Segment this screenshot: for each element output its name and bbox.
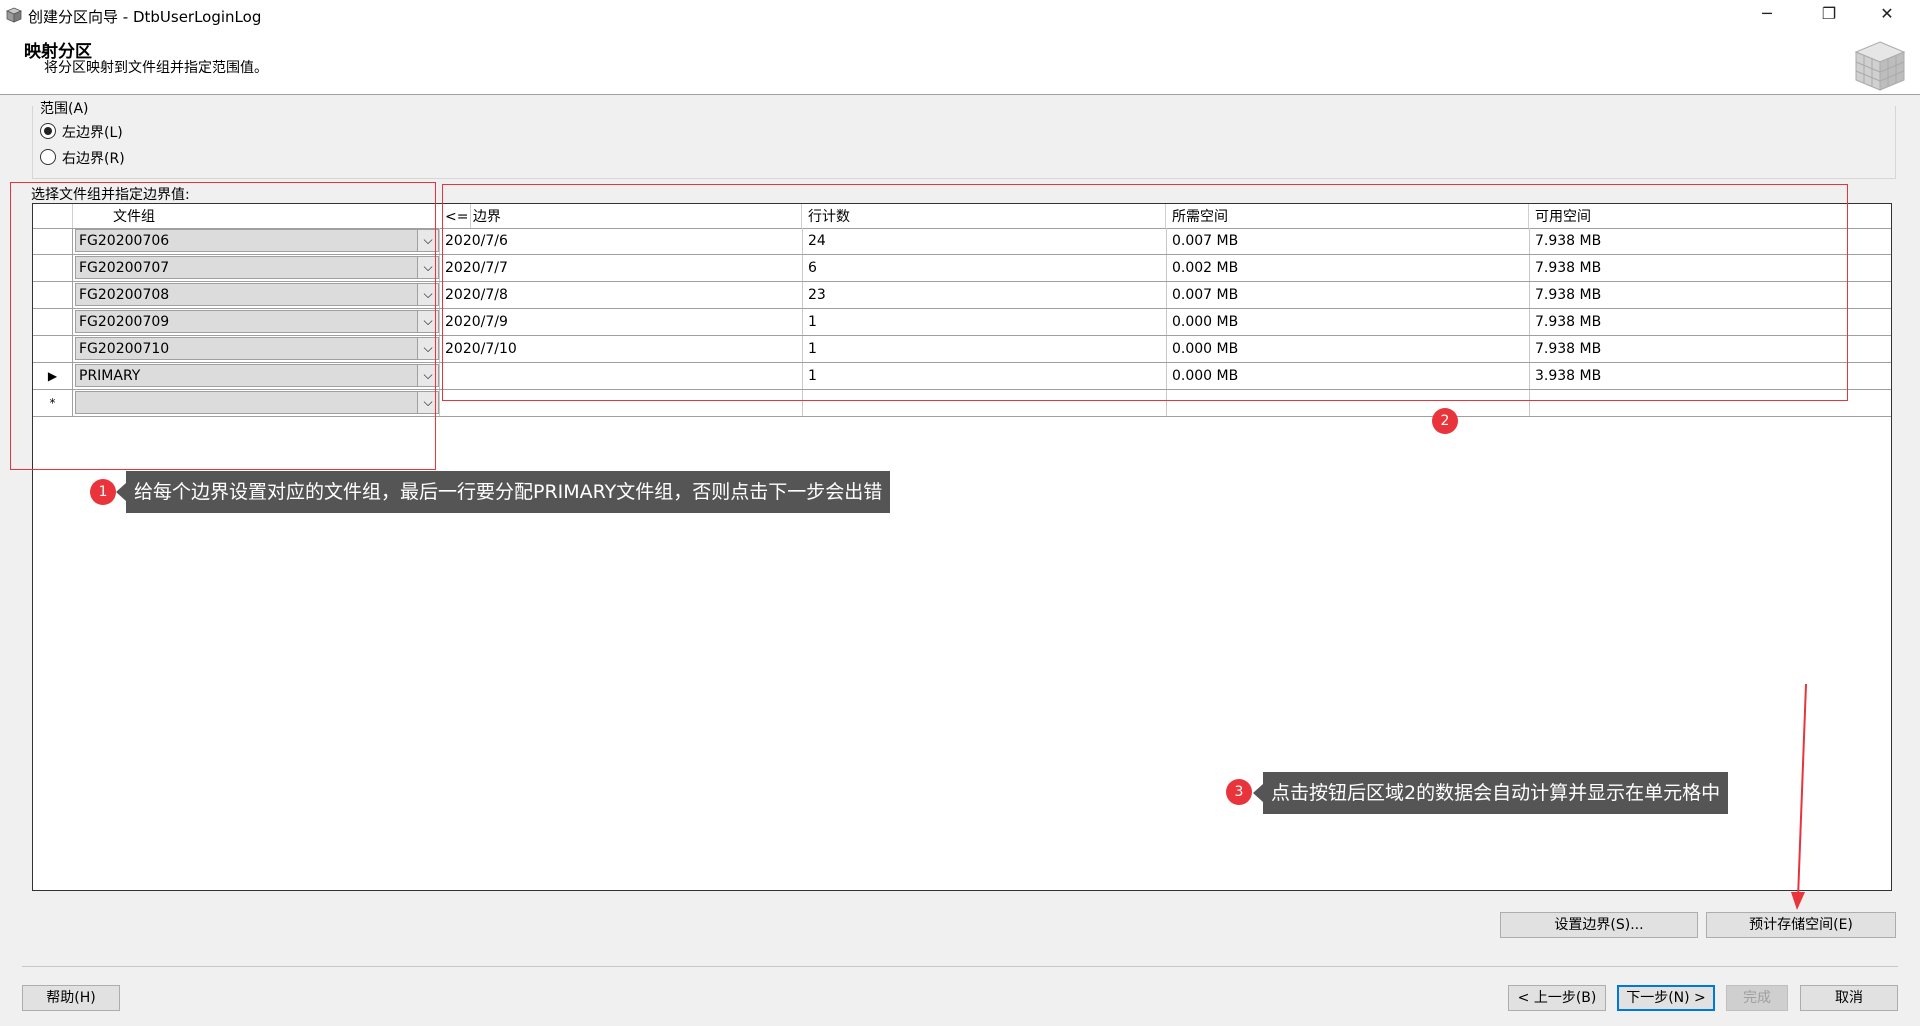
page-subtitle: 将分区映射到文件组并指定范围值。 — [44, 60, 268, 76]
annotation-note-3: 点击按钮后区域2的数据会自动计算并显示在单元格中 — [1252, 772, 1729, 814]
annotation-badge-1: 1 — [90, 479, 116, 505]
annotation-note-1: 给每个边界设置对应的文件组，最后一行要分配PRIMARY文件组，否则点击下一步会… — [115, 471, 891, 513]
wizard-cube-icon — [1854, 41, 1906, 91]
left-boundary-radio[interactable] — [40, 123, 56, 139]
annotation-region-1 — [10, 182, 436, 470]
title-bar: 创建分区向导 - DtbUserLoginLog ─ ❐ ✕ — [0, 0, 1920, 30]
window-title: 创建分区向导 - DtbUserLoginLog — [28, 8, 262, 26]
range-group-title: 范围(A) — [40, 101, 89, 117]
right-boundary-label[interactable]: 右边界(R) — [62, 148, 125, 168]
set-boundaries-button[interactable]: 设置边界(S)... — [1500, 912, 1698, 938]
close-button[interactable]: ✕ — [1864, 0, 1910, 30]
annotation-arrow — [1791, 683, 1807, 910]
app-cube-icon — [6, 7, 22, 23]
back-button[interactable]: < 上一步(B) — [1508, 985, 1606, 1011]
cancel-button[interactable]: 取消 — [1800, 985, 1898, 1011]
wizard-header: 映射分区 将分区映射到文件组并指定范围值。 — [0, 30, 1920, 95]
annotation-region-2 — [442, 184, 1848, 401]
estimate-storage-button[interactable]: 预计存储空间(E) — [1706, 912, 1896, 938]
footer-separator — [22, 966, 1898, 967]
range-groupbox — [32, 106, 1896, 179]
minimize-button[interactable]: ─ — [1744, 0, 1790, 30]
annotation-badge-3: 3 — [1226, 779, 1252, 805]
finish-button: 完成 — [1726, 985, 1788, 1011]
next-button[interactable]: 下一步(N) > — [1617, 985, 1715, 1011]
left-boundary-label[interactable]: 左边界(L) — [62, 122, 123, 142]
restore-button[interactable]: ❐ — [1806, 0, 1852, 30]
help-button[interactable]: 帮助(H) — [22, 985, 120, 1011]
right-boundary-radio[interactable] — [40, 149, 56, 165]
annotation-badge-2: 2 — [1432, 408, 1458, 434]
